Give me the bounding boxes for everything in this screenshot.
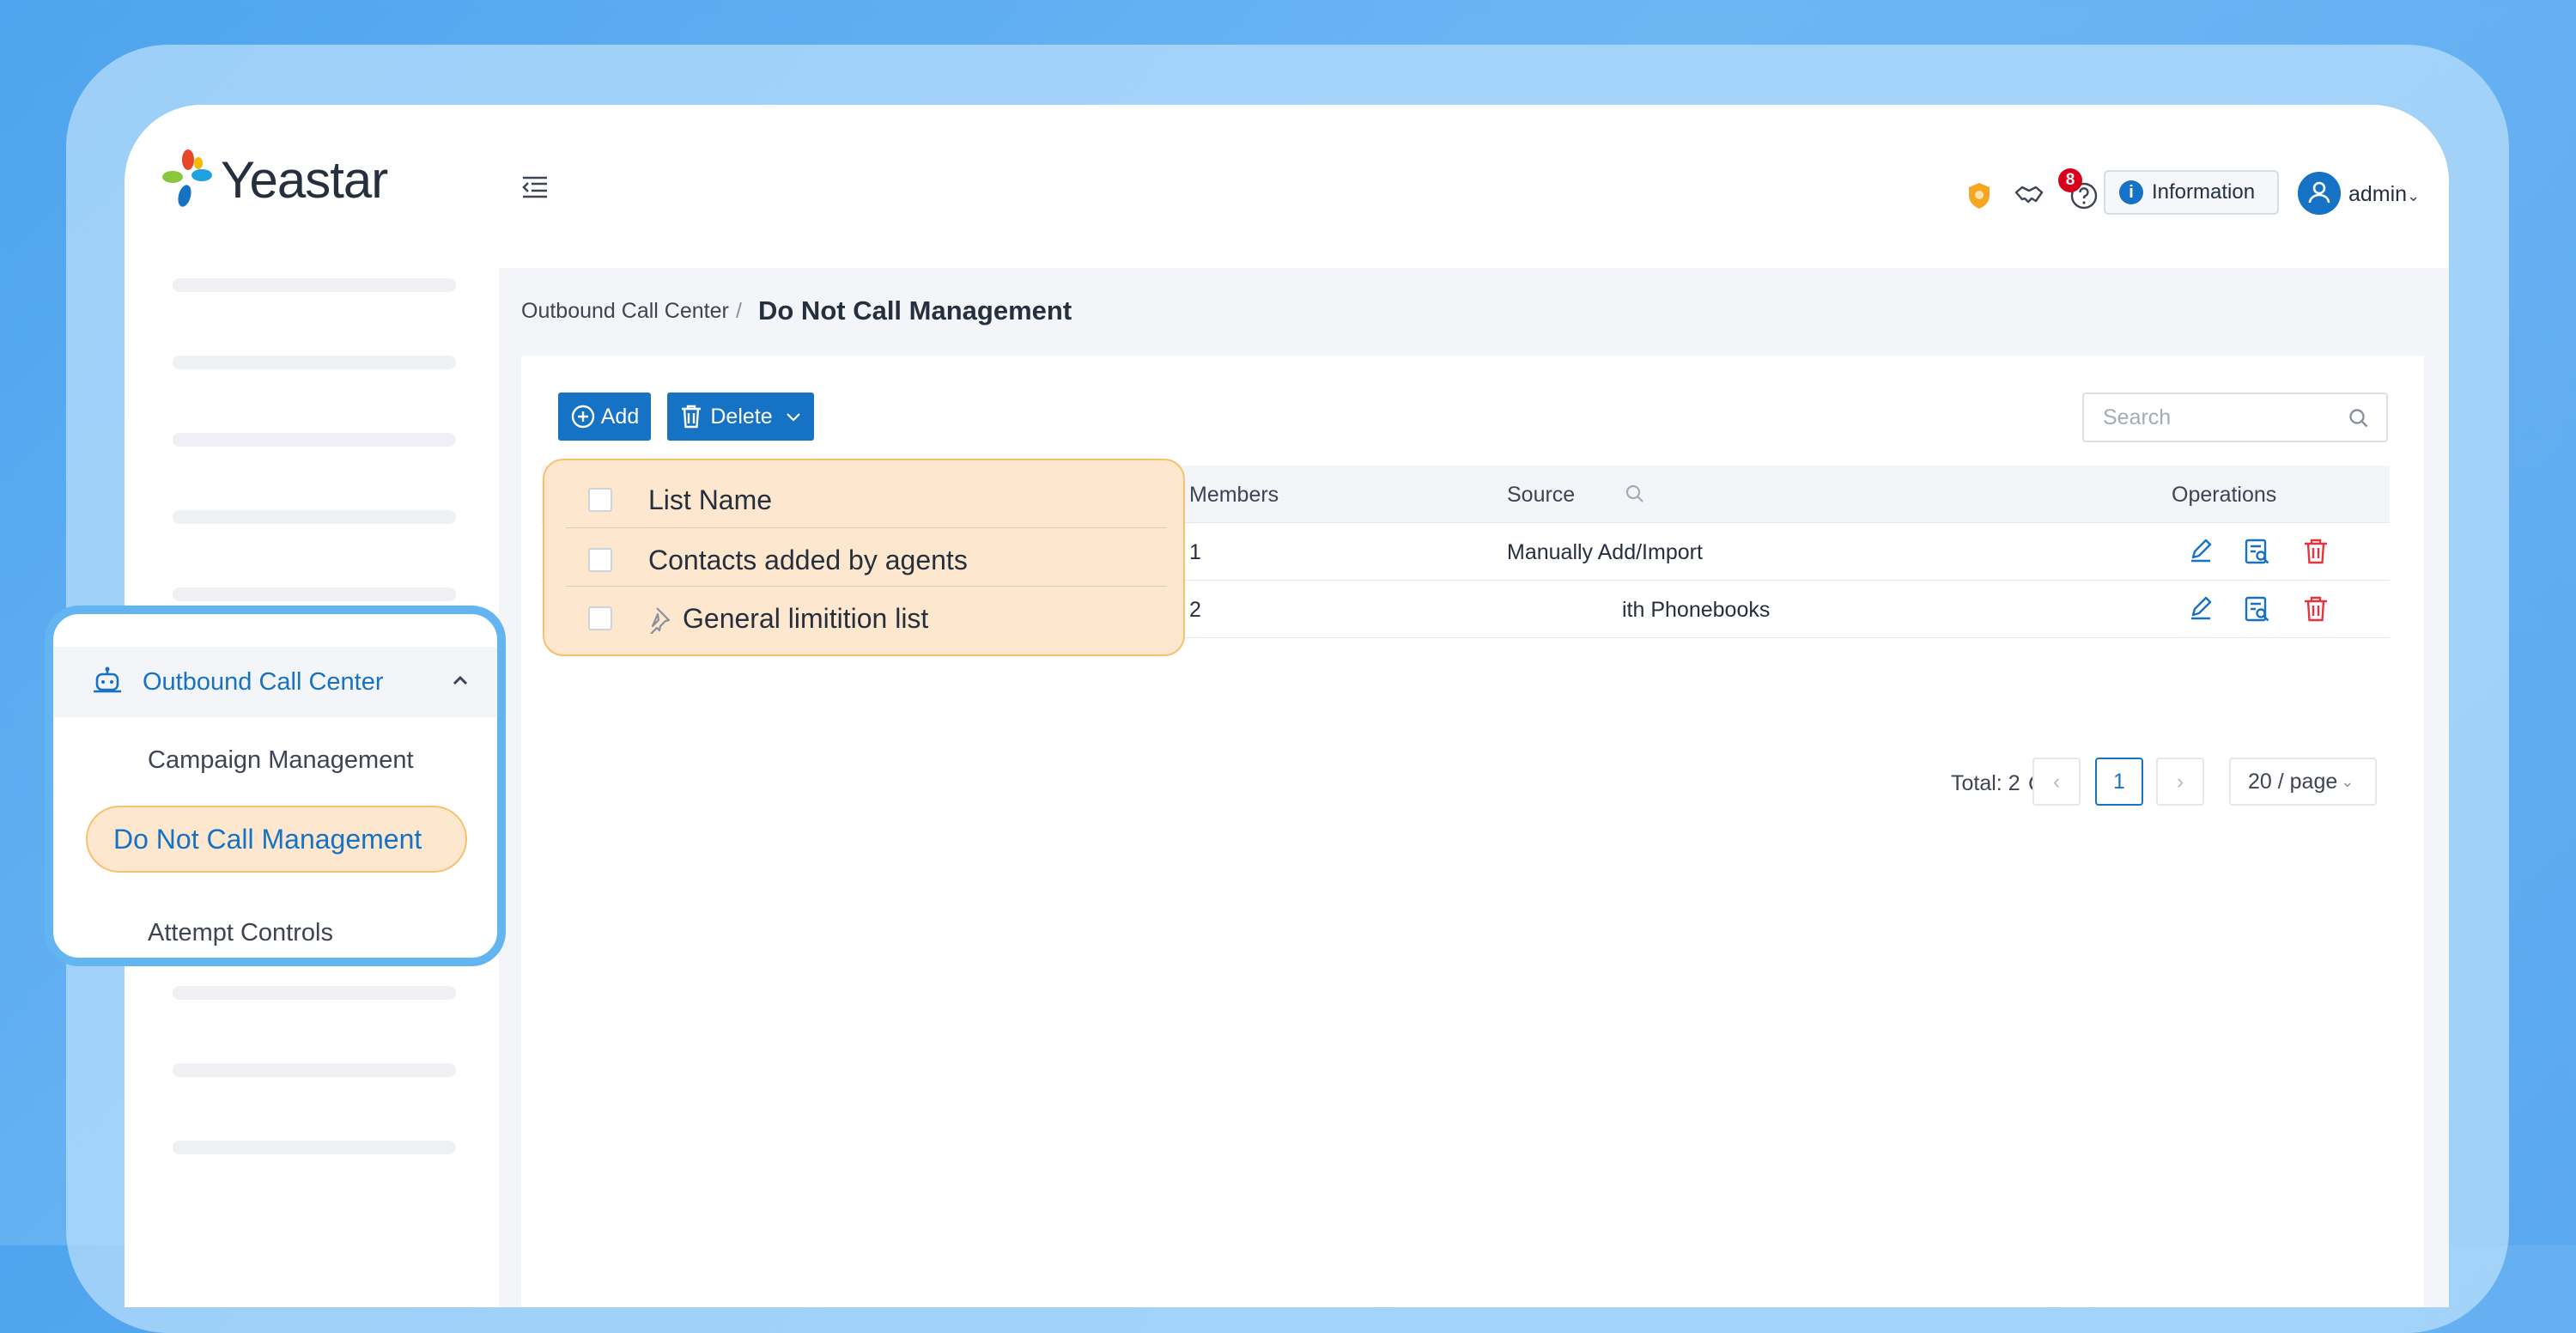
menu-placeholder <box>173 510 456 524</box>
security-shield-icon[interactable] <box>1964 180 1995 211</box>
table-row: General limitition list <box>566 587 1167 646</box>
partner-handshake-icon[interactable] <box>2014 180 2044 211</box>
add-label: Add <box>600 404 640 429</box>
pin-icon <box>650 607 671 634</box>
sidebar-item-attempt-controls[interactable]: Attempt Controls <box>148 919 333 947</box>
information-button[interactable]: i Information <box>2104 170 2279 215</box>
breadcrumb-separator: / <box>736 299 742 323</box>
menu-collapse-icon[interactable] <box>521 175 549 199</box>
menu-placeholder <box>173 587 456 601</box>
chevron-left-icon: ‹ <box>2052 769 2061 794</box>
source-cell: Manually Add/Import <box>1507 540 1703 564</box>
trash-icon <box>682 405 702 429</box>
row-checkbox[interactable] <box>588 548 612 572</box>
search-box[interactable] <box>2082 393 2388 442</box>
delete-trash-icon[interactable] <box>2301 537 2330 566</box>
robot-icon <box>94 666 121 693</box>
select-all-checkbox[interactable] <box>588 488 612 512</box>
previous-page-button[interactable]: ‹ <box>2032 758 2081 806</box>
sidebar-group-label: Outbound Call Center <box>143 668 384 696</box>
info-icon: i <box>2119 180 2143 204</box>
menu-placeholder <box>173 1141 456 1154</box>
page-size-select[interactable]: 20 / page ⌄ <box>2229 758 2377 806</box>
search-input[interactable] <box>2101 405 2345 431</box>
table-row: Contacts added by agents <box>566 529 1167 587</box>
user-avatar-icon[interactable] <box>2298 172 2341 215</box>
divider <box>566 586 1167 587</box>
page-size-value: 20 / page <box>2248 769 2338 794</box>
view-details-icon[interactable] <box>2243 594 2272 624</box>
delete-trash-icon[interactable] <box>2301 594 2330 624</box>
source-cell: ith Phonebooks <box>1622 598 1771 622</box>
chevron-right-icon: › <box>2176 769 2184 794</box>
list-name-callout: List Name Contacts added by agents Gener… <box>543 459 1185 656</box>
chevron-down-icon <box>786 413 800 422</box>
members-cell: 1 <box>1189 540 1201 564</box>
yeastar-logo-icon <box>162 149 212 207</box>
delete-label: Delete <box>710 404 773 429</box>
menu-placeholder <box>173 433 456 447</box>
list-name-cell: General limitition list <box>683 603 929 634</box>
chevron-down-icon: ⌄ <box>2407 187 2421 204</box>
members-cell: 2 <box>1189 598 1201 622</box>
sidebar-group-outbound-call-center[interactable]: Outbound Call Center <box>53 647 497 717</box>
total-count: Total: 2 <box>1951 771 2020 795</box>
chevron-up-icon <box>453 675 468 685</box>
top-bar: 8 i Information admin⌄ <box>499 105 2449 268</box>
search-icon[interactable] <box>1624 483 1646 505</box>
menu-placeholder <box>173 278 456 292</box>
breadcrumb-parent[interactable]: Outbound Call Center <box>521 299 729 324</box>
brand-name: Yeastar <box>221 150 388 209</box>
page-number-button[interactable]: 1 <box>2095 758 2143 806</box>
header-row: List Name <box>566 469 1167 527</box>
list-name-cell: Contacts added by agents <box>648 545 968 575</box>
search-icon[interactable] <box>2347 406 2371 430</box>
next-page-button[interactable]: › <box>2156 758 2204 806</box>
edit-pencil-icon[interactable] <box>2186 594 2215 624</box>
sidebar-item-campaign-management[interactable]: Campaign Management <box>148 746 414 775</box>
menu-placeholder <box>173 1063 456 1077</box>
page-title: Do Not Call Management <box>758 295 1072 326</box>
user-menu[interactable]: admin⌄ <box>2348 182 2420 207</box>
column-header-members: Members <box>1189 483 1279 507</box>
view-details-icon[interactable] <box>2243 537 2272 566</box>
sidebar-item-do-not-call-management[interactable]: Do Not Call Management <box>86 806 467 873</box>
menu-placeholder <box>173 356 456 369</box>
column-header-operations: Operations <box>2172 483 2277 507</box>
menu-placeholder <box>173 986 456 1000</box>
column-header-source: Source <box>1507 483 1576 507</box>
sidebar-menu-callout: Outbound Call Center Campaign Management… <box>45 606 506 966</box>
information-label: Information <box>2152 180 2256 204</box>
row-checkbox[interactable] <box>588 606 612 630</box>
brand-logo: Yeastar <box>161 148 388 211</box>
add-button[interactable]: Add <box>558 393 651 441</box>
username: admin <box>2348 182 2408 206</box>
edit-pencil-icon[interactable] <box>2186 537 2215 566</box>
delete-button[interactable]: Delete <box>667 393 814 441</box>
notification-badge: 8 <box>2058 168 2082 192</box>
sidebar-item-label: Do Not Call Management <box>113 824 422 855</box>
divider <box>566 527 1167 528</box>
column-header-list-name: List Name <box>648 484 773 515</box>
plus-circle-icon <box>571 405 594 429</box>
main-area: 8 i Information admin⌄ Outbound Call Cen… <box>499 105 2449 1307</box>
chevron-down-icon: ⌄ <box>2341 772 2354 790</box>
